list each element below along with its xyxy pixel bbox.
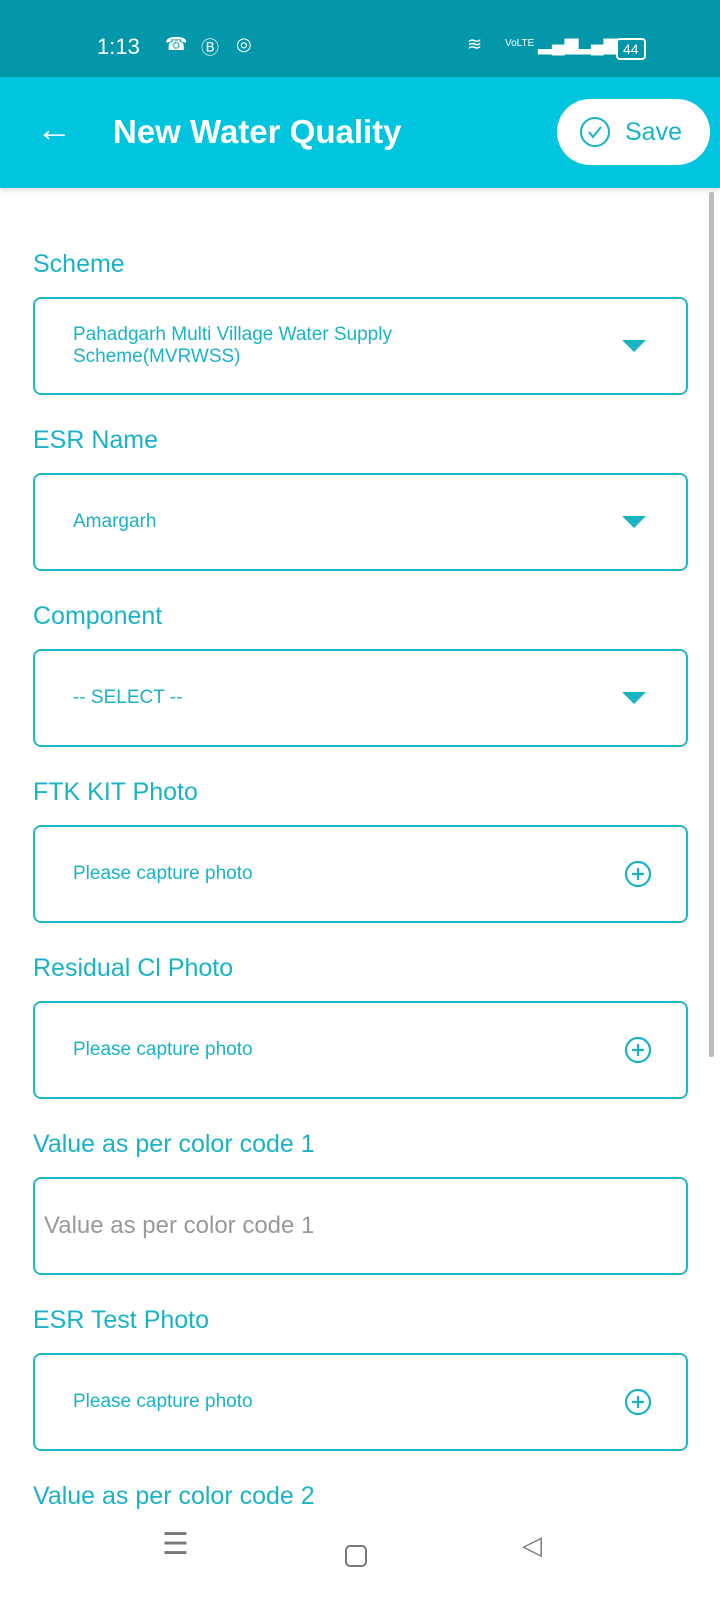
save-button[interactable]: Save [557, 99, 710, 165]
signal-icon-2: ▂▄▆ [577, 34, 618, 54]
residual-cl-photo-hint: Please capture photo [73, 1039, 253, 1060]
scrollbar[interactable] [709, 192, 714, 1057]
component-value: -- SELECT -- [73, 687, 183, 708]
residual-cl-photo-label: Residual Cl Photo [33, 954, 234, 982]
esr-name-label: ESR Name [33, 426, 159, 454]
ftk-kit-photo-label: FTK KIT Photo [33, 778, 198, 806]
check-circle-icon [580, 117, 610, 147]
instagram-icon: ◎ [236, 34, 252, 54]
home-nav-icon[interactable] [345, 1545, 367, 1567]
save-label: Save [625, 117, 682, 146]
page-title: New Water Quality [113, 113, 402, 150]
back-arrow-icon[interactable]: ← [36, 111, 72, 147]
scheme-label: Scheme [33, 250, 125, 278]
back-nav-icon[interactable]: ◁ [522, 1530, 542, 1561]
menu-nav-icon[interactable]: ☰ [162, 1527, 189, 1562]
status-bar: 1:13 ☎ Ⓑ ◎ ≋ VoLTE ▂▄▆ ▂▄▆ 44 [0, 0, 720, 77]
whatsapp-business-icon: Ⓑ [201, 38, 219, 58]
esr-test-photo-label: ESR Test Photo [33, 1306, 210, 1334]
color-code-2-label: Value as per color code 2 [33, 1482, 315, 1510]
volte-icon: VoLTE [505, 38, 535, 49]
wifi-icon: ≋ [467, 34, 483, 54]
navigation-bar: ☰ ◁ [0, 1515, 720, 1600]
dropdown-caret-icon [622, 516, 646, 528]
ftk-kit-photo-field[interactable]: Please capture photo [33, 825, 688, 923]
ftk-kit-photo-hint: Please capture photo [73, 863, 253, 884]
clock: 1:13 [97, 34, 140, 59]
scheme-value: Pahadgarh Multi Village Water Supply Sch… [73, 324, 392, 367]
color-code-1-placeholder: Value as per color code 1 [44, 1212, 315, 1239]
component-label: Component [33, 602, 163, 630]
add-circle-icon[interactable] [624, 1036, 652, 1064]
component-dropdown[interactable]: -- SELECT -- [33, 649, 688, 747]
dropdown-caret-icon [622, 692, 646, 704]
esr-test-photo-hint: Please capture photo [73, 1391, 253, 1412]
esr-name-dropdown[interactable]: Amargarh [33, 473, 688, 571]
dropdown-caret-icon [622, 340, 646, 352]
add-circle-icon[interactable] [624, 860, 652, 888]
battery-icon: 44 [616, 38, 646, 60]
app-bar: ← New Water Quality Save [0, 77, 720, 188]
residual-cl-photo-field[interactable]: Please capture photo [33, 1001, 688, 1099]
scheme-dropdown[interactable]: Pahadgarh Multi Village Water Supply Sch… [33, 297, 688, 395]
esr-test-photo-field[interactable]: Please capture photo [33, 1353, 688, 1451]
missed-call-icon: ☎ [165, 34, 188, 54]
signal-icon: ▂▄▆ [538, 34, 579, 54]
color-code-1-label: Value as per color code 1 [33, 1130, 315, 1158]
color-code-1-input[interactable]: Value as per color code 1 [33, 1177, 688, 1275]
add-circle-icon[interactable] [624, 1388, 652, 1416]
esr-name-value: Amargarh [73, 511, 157, 532]
